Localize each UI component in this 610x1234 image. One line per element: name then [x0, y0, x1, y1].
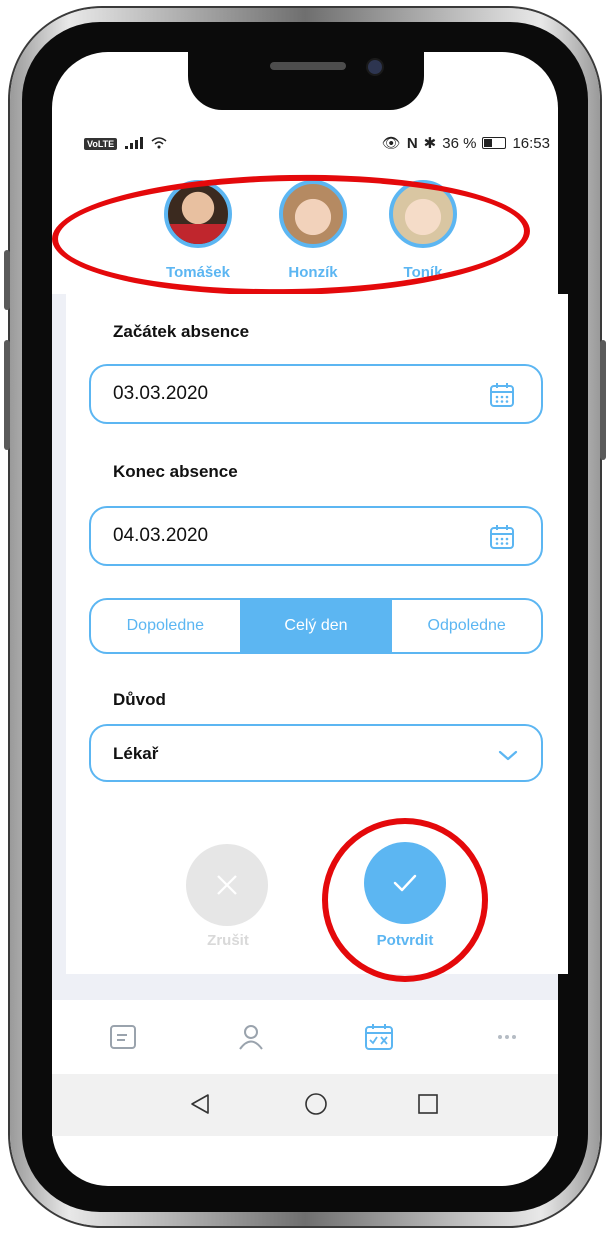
side-button: [600, 340, 606, 460]
segment-morning[interactable]: Dopoledne: [91, 600, 240, 652]
chevron-down-icon: [498, 750, 518, 761]
reason-value: Lékař: [113, 744, 159, 763]
start-label: Začátek absence: [113, 322, 250, 341]
nfc-icon: N: [406, 134, 418, 152]
side-button: [4, 250, 10, 310]
calendar-icon[interactable]: [489, 524, 515, 550]
annotation-circle: [322, 818, 488, 982]
cancel-button[interactable]: [186, 844, 268, 926]
wifi-icon: [151, 136, 167, 152]
clock: 16:53: [512, 134, 550, 152]
battery-icon: [482, 137, 507, 149]
end-date-value: 04.03.2020: [113, 525, 209, 546]
back-icon[interactable]: [188, 1092, 212, 1116]
segment-afternoon[interactable]: Odpoledne: [392, 600, 541, 652]
list-icon[interactable]: [108, 1022, 138, 1052]
signal-icon: [125, 136, 144, 152]
speaker: [270, 62, 346, 70]
recents-icon[interactable]: [416, 1092, 440, 1116]
home-icon[interactable]: [304, 1092, 328, 1116]
reason-label: Důvod: [113, 690, 166, 709]
bottom-navigation: [52, 1000, 558, 1074]
eye-comfort-icon: 👁: [381, 135, 401, 152]
calendar-icon[interactable]: [364, 1022, 394, 1052]
start-date-value: 03.03.2020: [113, 383, 209, 404]
start-date-field[interactable]: 03.03.2020: [89, 364, 543, 424]
front-camera: [366, 58, 384, 76]
end-date-field[interactable]: 04.03.2020: [89, 506, 543, 566]
status-bar: VoLTE 👁 N ✱ 36 % 16:53: [52, 130, 558, 160]
bluetooth-icon: ✱: [423, 135, 437, 152]
cancel-label: Zrušit: [207, 932, 249, 949]
person-icon[interactable]: [236, 1022, 266, 1052]
calendar-icon[interactable]: [489, 382, 515, 408]
notch: [188, 52, 424, 110]
segment-full-day[interactable]: Celý den: [239, 600, 393, 652]
volte-icon: VoLTE: [84, 138, 118, 150]
more-icon[interactable]: [492, 1022, 522, 1052]
close-icon: [217, 875, 237, 895]
battery-percent: 36 %: [442, 134, 477, 152]
end-label: Konec absence: [113, 462, 238, 481]
reason-select[interactable]: Lékař: [89, 724, 543, 782]
day-part-selector: Dopoledne Celý den Odpoledne: [89, 598, 543, 654]
side-button: [4, 340, 10, 450]
system-navigation: [52, 1074, 558, 1136]
